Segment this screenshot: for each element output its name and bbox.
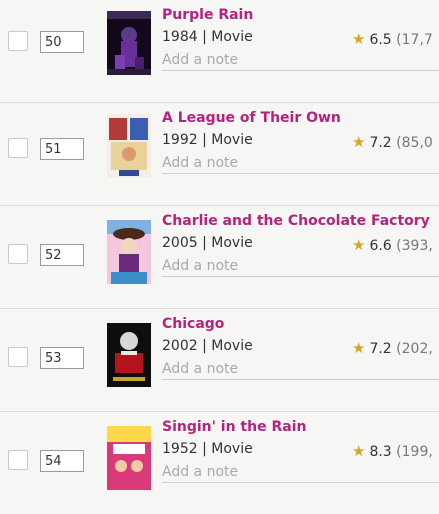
year: 1984 (162, 29, 198, 45)
poster-thumbnail[interactable] (107, 323, 151, 387)
position-input[interactable] (40, 138, 84, 160)
title-meta: 2002 | Movie (162, 338, 253, 354)
poster-thumbnail[interactable] (107, 426, 151, 490)
select-checkbox[interactable] (8, 244, 28, 264)
list-item: A League of Their Own 1992 | Movie Add a… (0, 103, 439, 206)
year: 2002 (162, 338, 198, 354)
rating: ★ 6.6 (393, (352, 236, 433, 254)
poster-thumbnail[interactable] (107, 11, 151, 75)
list-item: Charlie and the Chocolate Factory 2005 |… (0, 206, 439, 309)
position-input[interactable] (40, 347, 84, 369)
type: Movie (211, 29, 253, 45)
rating-value: 8.3 (369, 444, 392, 460)
add-note[interactable]: Add a note (162, 361, 439, 380)
rating: ★ 6.5 (17,7 (352, 30, 433, 48)
select-checkbox[interactable] (8, 31, 28, 51)
watchlist: Purple Rain 1984 | Movie Add a note ★6.5… (0, 0, 439, 514)
select-checkbox[interactable] (8, 347, 28, 367)
vote-count: (199, (396, 444, 433, 460)
year: 1952 (162, 441, 198, 457)
star-icon: ★ (352, 30, 366, 48)
add-note[interactable]: Add a note (162, 464, 439, 483)
add-note[interactable]: Add a note (162, 52, 439, 71)
title-meta: 1992 | Movie (162, 132, 253, 148)
vote-count: (202, (396, 341, 433, 357)
select-checkbox[interactable] (8, 138, 28, 158)
rating: ★ 8.3 (199, (352, 442, 433, 460)
poster-thumbnail[interactable] (107, 220, 151, 284)
select-checkbox[interactable] (8, 450, 28, 470)
year: 2005 (162, 235, 198, 251)
title-meta: 2005 | Movie (162, 235, 253, 251)
rating-value: 6.5 (369, 32, 392, 48)
list-item: Chicago 2002 | Movie Add a note ★7.2 (20… (0, 309, 439, 412)
position-input[interactable] (40, 244, 84, 266)
type: Movie (211, 441, 253, 457)
list-item: Purple Rain 1984 | Movie Add a note ★6.5… (0, 0, 439, 103)
rating-value: 7.2 (369, 135, 392, 151)
title-meta: 1952 | Movie (162, 441, 253, 457)
title-meta: 1984 | Movie (162, 29, 253, 45)
rating-value: 6.6 (369, 238, 392, 254)
star-icon: ★ (352, 339, 366, 357)
rating: ★ 7.2 (85,0 (352, 133, 433, 151)
vote-count: (393, (396, 238, 433, 254)
star-icon: ★ (352, 442, 366, 460)
title-link[interactable]: Singin' in the Rain (162, 419, 306, 435)
rating-value: 7.2 (369, 341, 392, 357)
title-link[interactable]: Chicago (162, 316, 224, 332)
type: Movie (211, 338, 253, 354)
position-input[interactable] (40, 31, 84, 53)
title-link[interactable]: Purple Rain (162, 7, 253, 23)
list-item: Singin' in the Rain 1952 | Movie Add a n… (0, 412, 439, 514)
vote-count: (85,0 (396, 135, 433, 151)
add-note[interactable]: Add a note (162, 258, 439, 277)
type: Movie (211, 235, 253, 251)
type: Movie (211, 132, 253, 148)
title-link[interactable]: Charlie and the Chocolate Factory (162, 213, 430, 229)
position-input[interactable] (40, 450, 84, 472)
title-link[interactable]: A League of Their Own (162, 110, 341, 126)
add-note[interactable]: Add a note (162, 155, 439, 174)
year: 1992 (162, 132, 198, 148)
star-icon: ★ (352, 133, 366, 151)
rating: ★ 7.2 (202, (352, 339, 433, 357)
star-icon: ★ (352, 236, 366, 254)
poster-thumbnail[interactable] (107, 114, 151, 178)
vote-count: (17,7 (396, 32, 433, 48)
